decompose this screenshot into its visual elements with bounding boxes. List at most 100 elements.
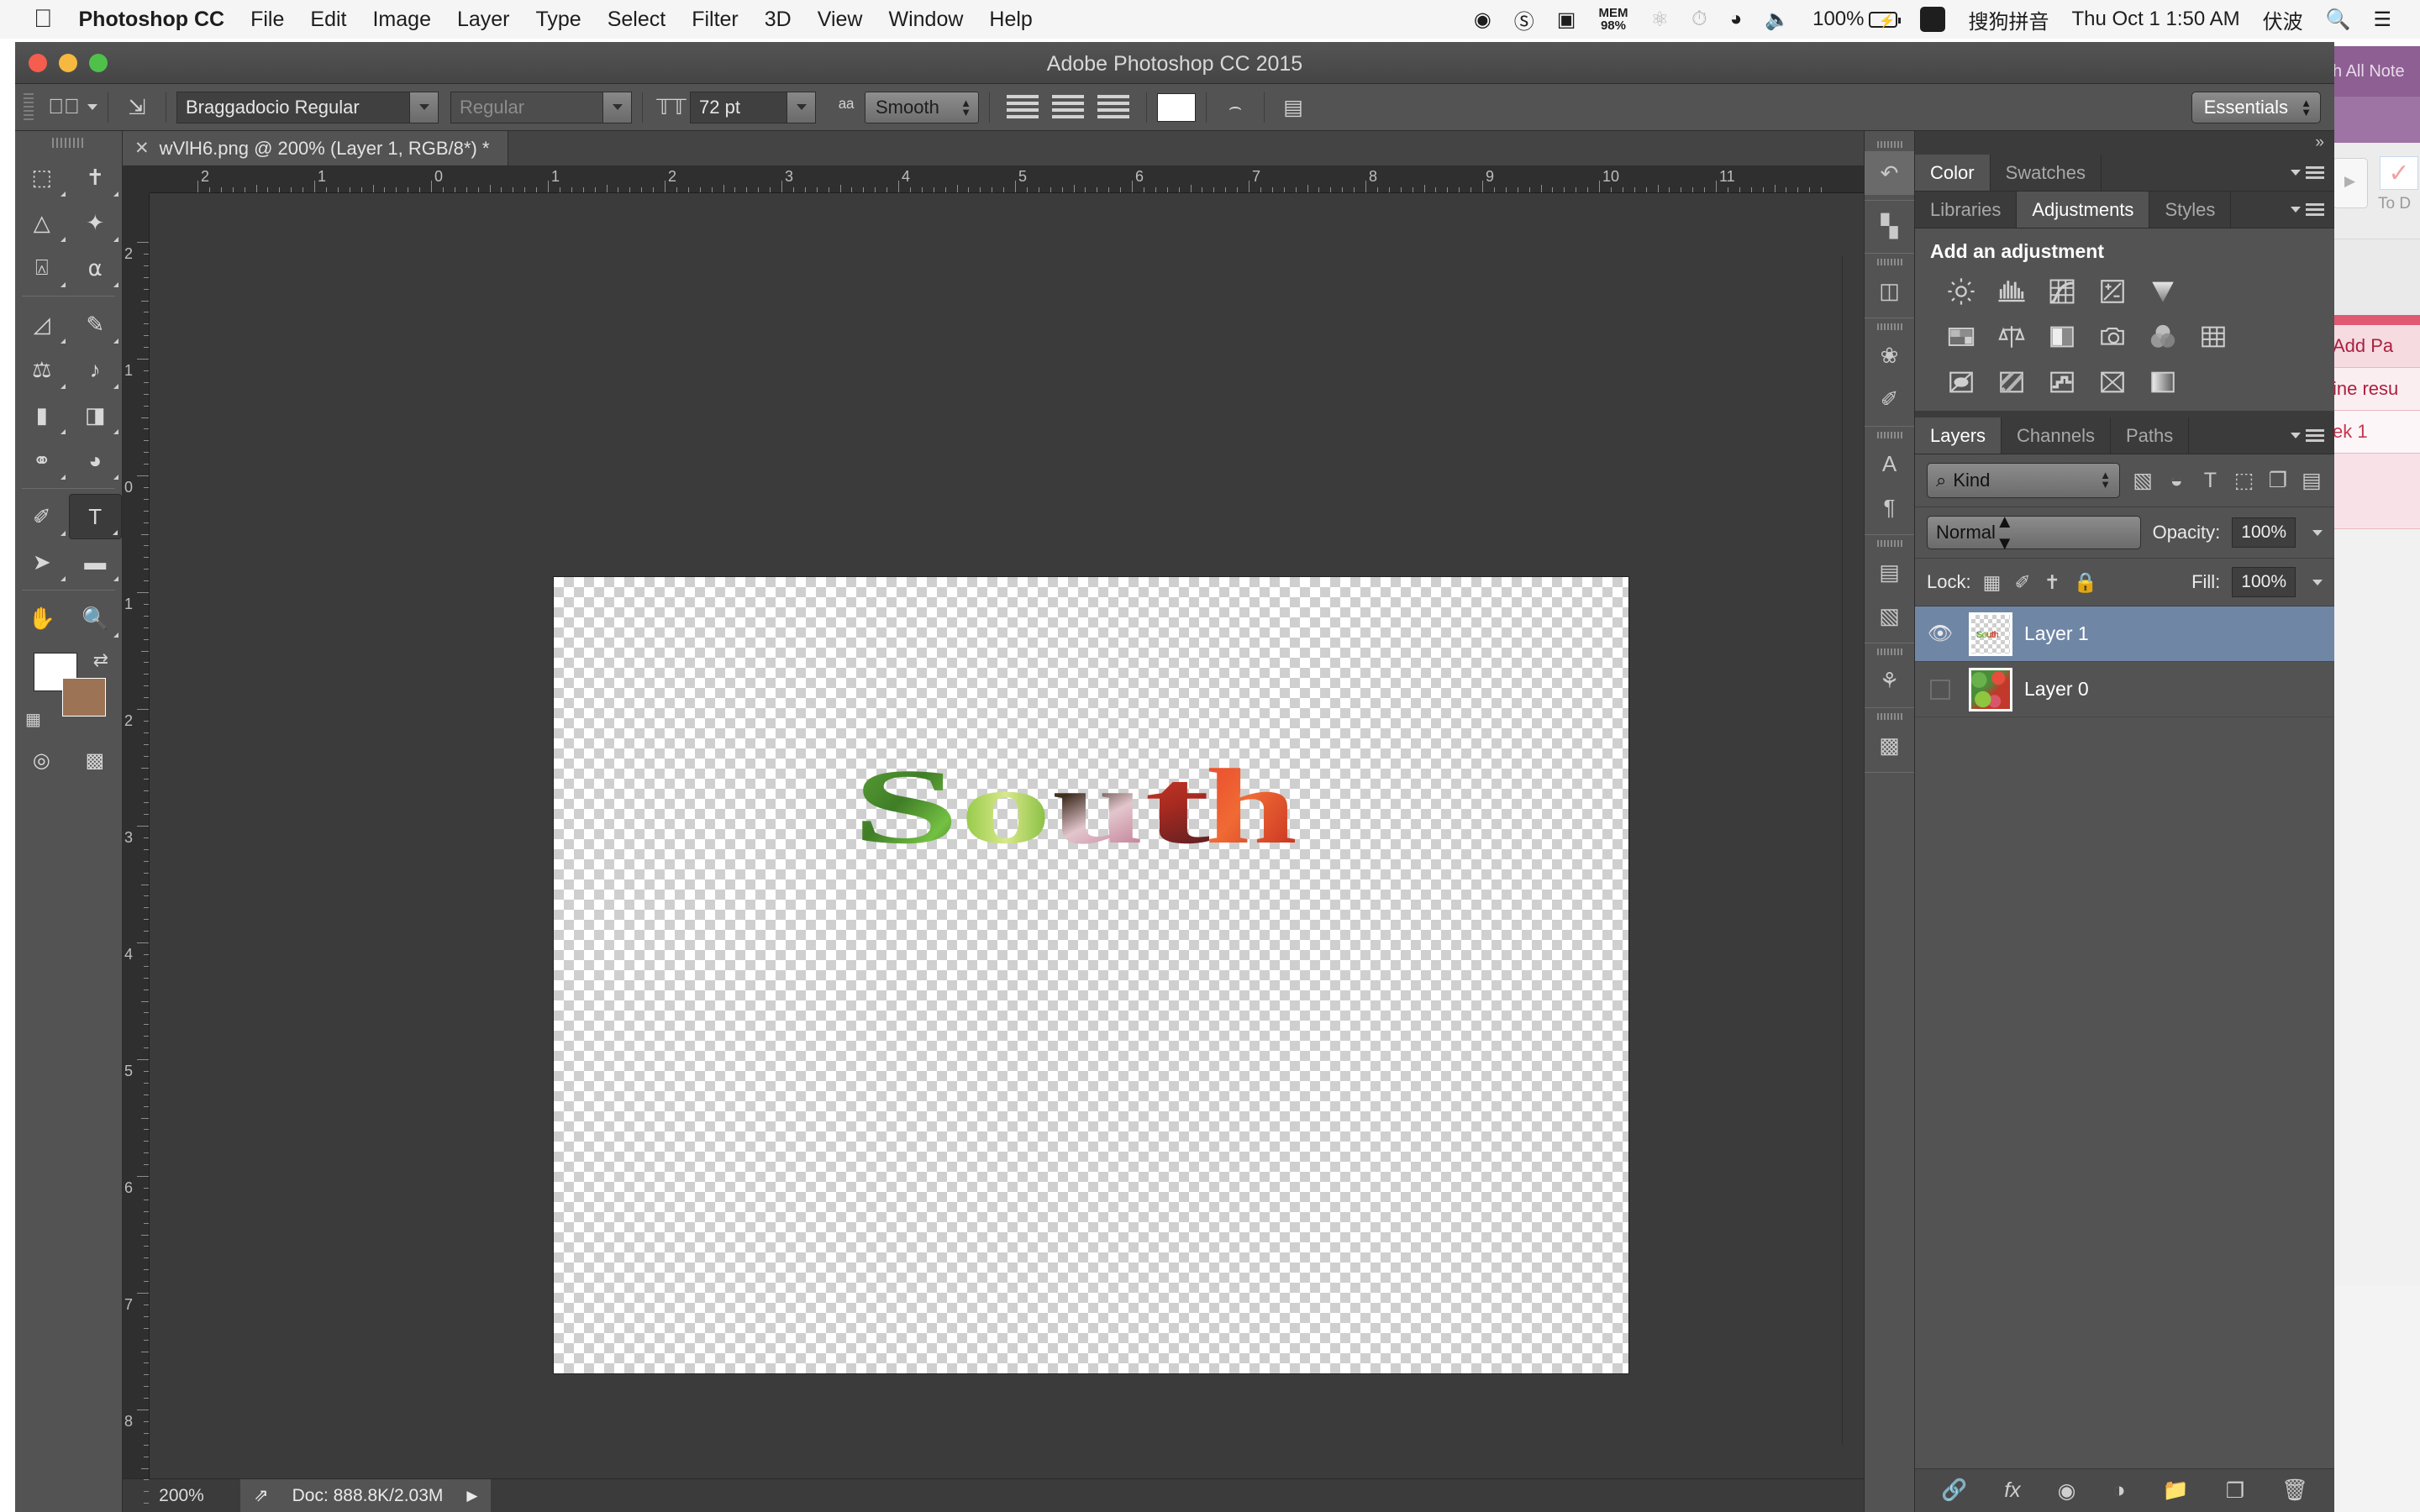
histogram-panel-icon[interactable]: ▚ xyxy=(1865,204,1914,248)
share-icon[interactable]: ⇗ xyxy=(254,1485,269,1506)
horizontal-ruler[interactable]: 2 1 0 1 2 3 4 5 6 7 8 9 10 11 xyxy=(150,166,1864,193)
artwork-text-south[interactable]: S o u t h xyxy=(852,747,1297,866)
menu-view[interactable]: View xyxy=(818,8,863,32)
layer-filter-kind-select[interactable]: ⌕ Kind ▲ ▼ xyxy=(1927,463,2120,498)
status-chip[interactable]: ⇗ Doc: 888.8K/2.03M ▶ xyxy=(240,1478,492,1512)
blend-mode-select[interactable]: Normal ▲ ▼ xyxy=(1927,511,2141,554)
path-selection-tool[interactable]: ➤ xyxy=(15,539,69,585)
link-layers-icon[interactable]: 🔗 xyxy=(1941,1478,1967,1503)
apple-icon[interactable]:  xyxy=(34,7,53,32)
options-bar-grip[interactable] xyxy=(24,92,34,122)
hue-saturation-adjustment-icon[interactable] xyxy=(1944,320,1979,354)
gradient-map-adjustment-icon[interactable] xyxy=(2145,365,2181,399)
document-tab[interactable]: ✕ wVlH6.png @ 200% (Layer 1, RGB/8*) * xyxy=(123,131,509,165)
menubar-clock[interactable]: Thu Oct 1 1:50 AM xyxy=(2071,8,2239,31)
swap-colors-icon[interactable]: ⇄ xyxy=(93,649,108,671)
clone-stamp-tool[interactable]: ⚖ xyxy=(15,347,69,392)
posterize-adjustment-icon[interactable] xyxy=(1994,365,2029,399)
zoom-tool[interactable]: 🔍 xyxy=(69,596,123,641)
tab-adjustments[interactable]: Adjustments xyxy=(2017,192,2150,228)
dodge-tool[interactable]: ◕ xyxy=(69,438,123,483)
background-color-swatch[interactable] xyxy=(62,678,106,717)
tab-paths[interactable]: Paths xyxy=(2111,417,2190,454)
menu-layer[interactable]: Layer xyxy=(457,8,510,32)
filter-shape-layers-icon[interactable]: ⬚ xyxy=(2233,468,2255,493)
font-size-value[interactable]: 72 pt xyxy=(690,91,787,123)
menu-edit[interactable]: Edit xyxy=(310,8,346,32)
filter-pixel-layers-icon[interactable]: ▧ xyxy=(2132,468,2154,493)
dock-grip[interactable] xyxy=(1876,432,1902,438)
rectangle-tool[interactable]: ▬ xyxy=(69,539,123,585)
battery-status[interactable]: 100% ⚡ xyxy=(1812,8,1902,31)
creative-cloud-icon[interactable]: Ⓢ xyxy=(1514,5,1534,34)
paths-panel-icon[interactable]: ⚘ xyxy=(1865,659,1914,702)
memory-indicator[interactable]: MEM 98% xyxy=(1598,7,1628,32)
default-colors-icon[interactable]: ▦ xyxy=(25,709,41,730)
notes-panel-icon[interactable]: ▧ xyxy=(1865,594,1914,638)
filter-type-layers-icon[interactable]: T xyxy=(2199,469,2221,493)
filter-toggle-icon[interactable]: ▤ xyxy=(2301,468,2323,493)
bluetooth-icon[interactable]: ⚛ xyxy=(1650,8,1669,32)
marquee-tool[interactable]: ⬚ xyxy=(15,155,69,200)
wechat-icon[interactable]: ◉ xyxy=(1474,8,1491,32)
channel-mixer-adjustment-icon[interactable] xyxy=(2145,320,2181,354)
vertical-scrollbar[interactable] xyxy=(1842,255,1864,1445)
anti-aliasing-select[interactable]: Smooth ▲ ▼ xyxy=(865,91,979,123)
layer-row-layer-1[interactable]: 👁 South Layer 1 xyxy=(1915,606,2334,662)
menu-photoshop-cc[interactable]: Photoshop CC xyxy=(79,8,225,32)
type-tool[interactable]: T xyxy=(68,494,122,539)
menu-file[interactable]: File xyxy=(250,8,284,32)
menu-window[interactable]: Window xyxy=(888,8,963,32)
lasso-tool[interactable]: △ xyxy=(15,200,69,245)
brightness-contrast-adjustment-icon[interactable] xyxy=(1944,275,1979,308)
color-lookup-adjustment-icon[interactable] xyxy=(2196,320,2231,354)
curves-adjustment-icon[interactable] xyxy=(2044,275,2080,308)
font-family-value[interactable]: Braggadocio Regular xyxy=(176,91,410,123)
magic-wand-tool[interactable]: ✦ xyxy=(69,200,123,245)
font-family-combo[interactable]: Braggadocio Regular xyxy=(176,91,439,123)
font-style-combo[interactable]: Regular xyxy=(450,91,632,123)
pen-tool[interactable]: ✐ xyxy=(15,494,69,539)
dock-grip[interactable] xyxy=(1876,540,1902,547)
properties-panel-icon[interactable]: ▤ xyxy=(1865,550,1914,594)
new-group-icon[interactable]: 📁 xyxy=(2163,1478,2189,1503)
move-tool[interactable]: ✝ xyxy=(69,155,123,200)
tab-libraries[interactable]: Libraries xyxy=(1915,192,2018,228)
photo-filter-adjustment-icon[interactable] xyxy=(2095,320,2130,354)
exposure-adjustment-icon[interactable] xyxy=(2095,275,2130,308)
dock-grip[interactable] xyxy=(1876,713,1902,720)
menu-select[interactable]: Select xyxy=(608,8,666,32)
threshold-adjustment-icon[interactable] xyxy=(2044,365,2080,399)
tab-color[interactable]: Color xyxy=(1915,155,1991,191)
tab-styles[interactable]: Styles xyxy=(2149,192,2232,228)
healing-brush-tool[interactable]: ◿ xyxy=(15,302,69,347)
notification-center-icon[interactable]: ☰ xyxy=(2373,8,2391,32)
blur-tool[interactable]: ⚭ xyxy=(15,438,69,483)
font-size-dropdown-button[interactable] xyxy=(787,91,816,123)
expand-arrow-icon[interactable]: ▶ xyxy=(466,1488,477,1504)
align-center-icon[interactable] xyxy=(1052,94,1084,120)
paragraph-panel-icon[interactable]: ¶ xyxy=(1865,486,1914,529)
zoom-level[interactable]: 200% xyxy=(123,1486,240,1506)
time-machine-icon[interactable]: ⏱ xyxy=(1691,8,1707,31)
filter-smart-objects-icon[interactable]: ❐ xyxy=(2267,468,2289,493)
layer-thumbnail[interactable]: South xyxy=(1969,612,2012,656)
menu-3d[interactable]: 3D xyxy=(765,8,792,32)
eyedropper-tool[interactable]: ⍺ xyxy=(69,245,123,291)
layer-visibility-toggle[interactable] xyxy=(1923,679,1957,700)
panel-menu-icon[interactable] xyxy=(2286,155,2334,191)
search-icon[interactable]: 🔍 xyxy=(2326,8,2351,32)
character-panel-icon[interactable]: A xyxy=(1865,442,1914,486)
lock-position-icon[interactable]: ✝ xyxy=(2044,571,2060,594)
layer-style-fx-icon[interactable]: fx xyxy=(2004,1478,2020,1503)
brush-panel-icon[interactable]: ✐ xyxy=(1865,377,1914,421)
panel-menu-icon[interactable] xyxy=(2286,192,2334,228)
tools-panel-grip[interactable] xyxy=(51,138,86,148)
lock-image-pixels-icon[interactable]: ✐ xyxy=(2014,571,2030,594)
bookmark-icon[interactable]: ▣ xyxy=(1557,8,1576,32)
collapse-panels-icon[interactable]: » xyxy=(2315,134,2324,152)
layer-name[interactable]: Layer 1 xyxy=(2024,622,2089,645)
brush-tool[interactable]: ✎ xyxy=(69,302,123,347)
wifi-icon[interactable]: ◕ xyxy=(1730,8,1743,31)
hand-tool[interactable]: ✋ xyxy=(15,596,69,641)
